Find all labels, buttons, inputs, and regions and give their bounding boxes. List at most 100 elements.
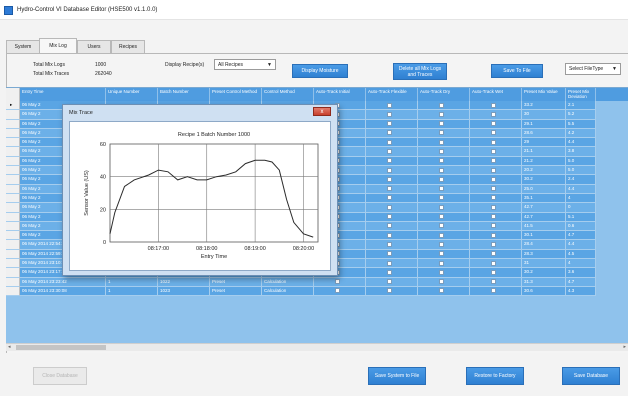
auto-track-checkbox-cell[interactable] [366,259,418,269]
checkbox[interactable] [491,204,496,210]
checkbox[interactable] [387,139,392,145]
auto-track-checkbox-cell[interactable] [418,184,470,194]
checkbox[interactable] [387,121,392,127]
checkbox[interactable] [439,279,444,285]
column-header[interactable]: Control Method [262,88,314,101]
auto-track-checkbox-cell[interactable] [470,184,522,194]
auto-track-checkbox-cell[interactable] [470,101,522,111]
row-selector[interactable] [6,138,20,148]
column-header[interactable]: Auto-Track Wet [470,88,522,101]
tab-users[interactable]: Users [77,40,111,53]
checkbox[interactable] [439,121,444,127]
checkbox[interactable] [439,158,444,164]
auto-track-checkbox-cell[interactable] [470,119,522,129]
auto-track-checkbox-cell[interactable] [366,156,418,167]
checkbox[interactable] [439,167,444,173]
column-header[interactable]: Entry Time [20,88,106,101]
row-selector[interactable] [6,212,20,222]
row-selector[interactable] [6,277,20,287]
auto-track-checkbox-cell[interactable] [366,110,418,120]
auto-track-checkbox-cell[interactable] [418,193,470,204]
auto-track-checkbox-cell[interactable] [470,147,522,157]
tab-mix-log[interactable]: Mix Log [39,38,77,54]
checkbox[interactable] [387,260,392,266]
checkbox[interactable] [491,288,496,294]
save-system-to-file-button[interactable]: Save System to File [368,367,426,385]
tab-recipes[interactable]: Recipes [111,40,145,53]
row-selector[interactable] [6,249,20,260]
auto-track-checkbox-cell[interactable] [366,268,418,278]
auto-track-checkbox-cell[interactable] [366,184,418,194]
checkbox[interactable] [491,167,496,173]
checkbox[interactable] [439,223,444,229]
auto-track-checkbox-cell[interactable] [470,259,522,269]
auto-track-checkbox-cell[interactable] [418,240,470,250]
row-selector[interactable] [6,110,20,120]
checkbox[interactable] [439,214,444,220]
auto-track-checkbox-cell[interactable] [470,268,522,278]
checkbox[interactable] [439,186,444,192]
checkbox[interactable] [491,130,496,136]
row-selector[interactable] [6,128,20,139]
recipe-filter-select[interactable]: All Recipes ▼ [214,59,276,70]
restore-to-factory-button[interactable]: Restore to Factory [466,367,524,385]
table-row[interactable]: 06 May 2014 23:23:42 1 1022 Preset Calculati… [6,277,628,287]
scroll-left-icon[interactable]: ◂ [8,344,11,350]
auto-track-checkbox-cell[interactable] [418,203,470,213]
auto-track-checkbox-cell[interactable] [418,259,470,269]
checkbox[interactable] [439,269,444,275]
column-header[interactable]: Unique Number [106,88,158,101]
auto-track-checkbox-cell[interactable] [418,268,470,278]
column-header[interactable]: Auto-Track Flexible [366,88,418,101]
auto-track-checkbox-cell[interactable] [366,101,418,111]
checkbox[interactable] [491,148,496,154]
checkbox[interactable] [387,288,392,294]
checkbox[interactable] [387,167,392,173]
checkbox[interactable] [387,176,392,182]
auto-track-checkbox-cell[interactable] [418,110,470,120]
checkbox[interactable] [491,176,496,182]
checkbox[interactable] [491,269,496,275]
auto-track-checkbox-cell[interactable] [418,128,470,139]
file-type-select[interactable]: Select FileType ▼ [565,63,621,75]
close-database-button[interactable]: Close Database [33,367,87,385]
row-selector[interactable] [6,268,20,278]
checkbox[interactable] [335,288,340,294]
checkbox[interactable] [491,111,496,117]
auto-track-checkbox-cell[interactable] [470,203,522,213]
auto-track-checkbox-cell[interactable] [366,231,418,241]
auto-track-checkbox-cell[interactable] [366,203,418,213]
horizontal-scrollbar[interactable]: ◂ ▸ [6,343,628,351]
auto-track-checkbox-cell[interactable] [366,286,418,297]
row-selector[interactable] [6,286,20,297]
auto-track-checkbox-cell[interactable] [418,231,470,241]
checkbox[interactable] [387,102,392,108]
auto-track-checkbox-cell[interactable] [314,286,366,297]
checkbox[interactable] [439,241,444,247]
auto-track-checkbox-cell[interactable] [366,249,418,260]
auto-track-checkbox-cell[interactable] [418,119,470,129]
row-selector[interactable] [6,156,20,167]
auto-track-checkbox-cell[interactable] [418,221,470,232]
auto-track-checkbox-cell[interactable] [418,286,470,297]
auto-track-checkbox-cell[interactable] [470,286,522,297]
checkbox[interactable] [439,139,444,145]
auto-track-checkbox-cell[interactable] [366,193,418,204]
table-row[interactable]: 06 May 2014 23:30:08 1 1023 Preset Calculati… [6,286,628,297]
checkbox[interactable] [439,176,444,182]
checkbox[interactable] [491,241,496,247]
auto-track-checkbox-cell[interactable] [366,147,418,157]
row-selector[interactable] [6,184,20,194]
checkbox[interactable] [387,158,392,164]
row-selector[interactable] [6,193,20,204]
auto-track-checkbox-cell[interactable] [418,101,470,111]
display-moisture-button[interactable]: Display Moisture [292,64,348,78]
checkbox[interactable] [491,223,496,229]
checkbox[interactable] [387,148,392,154]
auto-track-checkbox-cell[interactable] [418,249,470,260]
checkbox[interactable] [439,204,444,210]
checkbox[interactable] [387,241,392,247]
checkbox[interactable] [439,232,444,238]
checkbox[interactable] [387,279,392,285]
auto-track-checkbox-cell[interactable] [470,221,522,232]
